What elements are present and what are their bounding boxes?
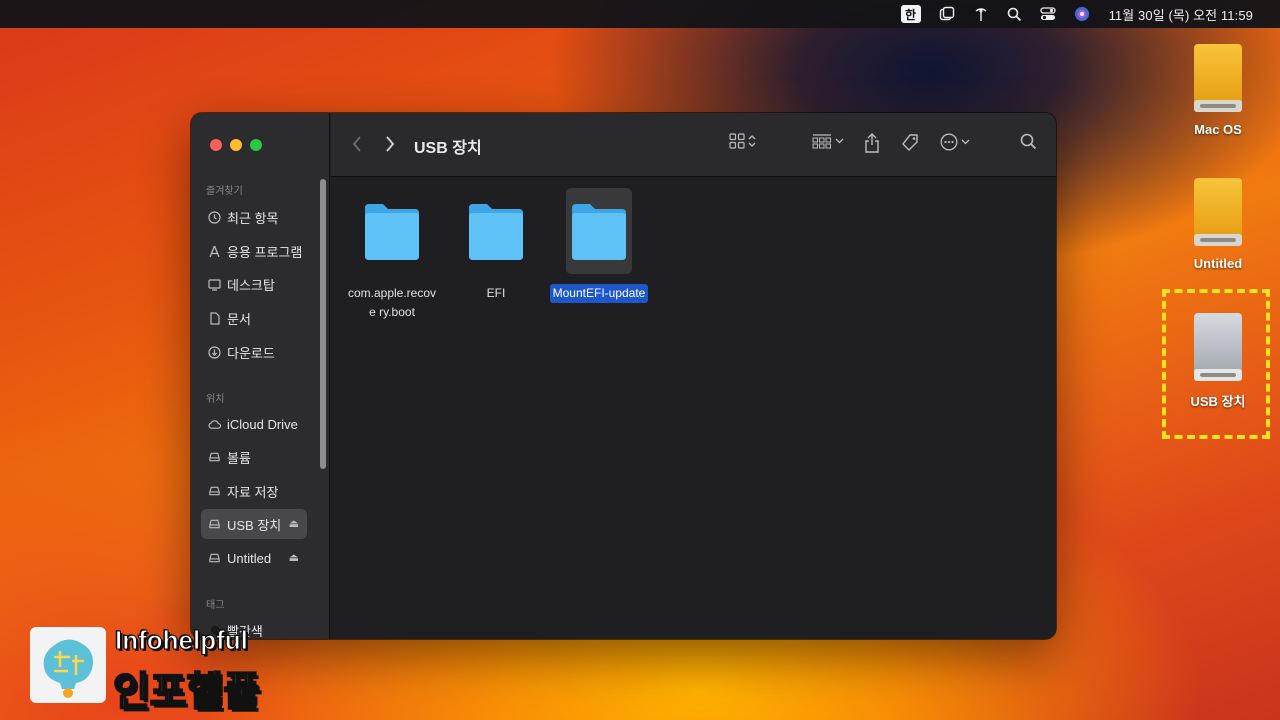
search-button[interactable] — [1020, 133, 1037, 150]
menu-bar: 한 11월 30일 (목) 오전 11:59 — [0, 0, 1280, 28]
sidebar-item-applications[interactable]: 응용 프로그램 — [201, 236, 307, 266]
download-icon — [208, 345, 221, 359]
sidebar-item-untitled[interactable]: Untitled ⏏ — [201, 543, 307, 573]
sidebar-item-label: 최근 항목 — [227, 210, 279, 226]
infohelpful-logo — [30, 627, 106, 703]
sidebar-item-downloads[interactable]: 다운로드 — [201, 337, 307, 367]
yellow-drive-icon — [1194, 178, 1242, 246]
sidebar-item-label: 다운로드 — [227, 345, 275, 361]
desktop-icon — [208, 278, 221, 291]
watermark-text-ko: 인포헬풀 — [112, 669, 261, 715]
control-center-icon[interactable] — [1031, 0, 1065, 28]
sidebar-item-label: USB 장치 — [227, 517, 282, 533]
drive-icon — [208, 518, 221, 531]
yellow-drive-icon — [1194, 44, 1242, 112]
chevron-updown-icon — [748, 135, 756, 147]
sidebar-item-label: 응용 프로그램 — [227, 244, 303, 260]
file-name: com.apple.recove ry.boot — [347, 286, 437, 319]
ellipsis-circle-icon — [940, 133, 958, 151]
eject-icon[interactable]: ⏏ — [289, 517, 299, 530]
cloud-icon — [208, 418, 221, 431]
share-icon — [865, 133, 879, 153]
finder-sidebar: 즐겨찾기 최근 항목 응용 프로그램 데스크탑 문서 다운로드 위치 iClou… — [191, 113, 330, 639]
sidebar-item-label: 데스크탑 — [227, 277, 275, 293]
eject-icon[interactable]: ⏏ — [289, 551, 299, 564]
more-actions-button[interactable] — [940, 133, 970, 151]
sidebar-item-documents[interactable]: 문서 — [201, 303, 307, 333]
watermark-text-en: Infohelpful — [115, 625, 249, 656]
zoom-button[interactable] — [250, 139, 262, 151]
sidebar-item-data-storage[interactable]: 자료 저장 — [201, 476, 307, 506]
sidebar-item-label: 볼륨 — [227, 450, 251, 466]
finder-window: 즐겨찾기 최근 항목 응용 프로그램 데스크탑 문서 다운로드 위치 iClou… — [191, 113, 1056, 639]
file-name: EFI — [486, 286, 506, 300]
folder-icon — [365, 204, 419, 260]
sidebar-item-icloud-drive[interactable]: iCloud Drive — [201, 409, 307, 439]
menu-clock[interactable]: 11월 30일 (목) 오전 11:59 — [1099, 0, 1262, 28]
document-icon — [208, 311, 221, 325]
finder-toolbar: USB 장치 — [331, 113, 1056, 177]
sidebar-scrollbar[interactable] — [320, 179, 326, 469]
drive-icon — [208, 485, 221, 498]
file-item-recovery-boot[interactable]: com.apple.recove ry.boot — [340, 188, 444, 322]
desktop-icon-label: Untitled — [1193, 256, 1243, 271]
desktop-icon-untitled[interactable]: Untitled — [1175, 176, 1261, 271]
sidebar-item-label: Untitled — [227, 550, 272, 566]
tag-icon — [902, 134, 918, 151]
back-button[interactable] — [351, 135, 363, 158]
input-source-icon: 한 — [900, 5, 921, 23]
share-button[interactable] — [864, 133, 880, 153]
window-controls — [210, 139, 262, 151]
highlight-box — [1162, 289, 1270, 439]
sidebar-item-desktop[interactable]: 데스크탑 — [201, 269, 307, 299]
file-item-efi[interactable]: EFI — [444, 188, 548, 303]
file-browser[interactable]: com.apple.recove ry.boot EFI MountEFI-up… — [331, 178, 1056, 639]
sidebar-item-label: 자료 저장 — [227, 484, 279, 500]
drive-icon — [208, 552, 221, 565]
sidebar-item-label: iCloud Drive — [227, 416, 298, 432]
input-source-menu[interactable]: 한 — [892, 0, 930, 28]
sidebar-item-label: 문서 — [227, 311, 251, 327]
search-icon[interactable] — [998, 0, 1031, 28]
chevron-down-icon — [961, 139, 970, 145]
file-item-mountefi-update[interactable]: MountEFI-update — [547, 188, 651, 303]
forward-button[interactable] — [384, 135, 396, 158]
siri-icon[interactable] — [1065, 0, 1099, 28]
drive-icon — [208, 451, 221, 464]
minimize-button[interactable] — [230, 139, 242, 151]
folder-icon — [572, 204, 626, 260]
folder-icon — [469, 204, 523, 260]
sidebar-section-favorites: 즐겨찾기 — [206, 186, 243, 197]
apps-icon — [208, 245, 221, 258]
window-title: USB 장치 — [414, 140, 482, 157]
desktop-icon-label: Mac OS — [1194, 122, 1242, 137]
sidebar-item-volume[interactable]: 볼륨 — [201, 442, 307, 472]
sidebar-section-locations: 위치 — [206, 394, 225, 405]
window-overlap-icon[interactable] — [930, 0, 964, 28]
sidebar-item-recents[interactable]: 최근 항목 — [201, 202, 307, 232]
search-icon — [1020, 133, 1037, 150]
tag-button[interactable] — [900, 133, 920, 153]
group-grid-icon — [812, 134, 831, 149]
sidebar-section-tags: 태그 — [206, 600, 225, 611]
clock-icon — [208, 210, 221, 224]
group-button[interactable] — [812, 133, 844, 149]
close-button[interactable] — [210, 139, 222, 151]
grid-icon — [729, 133, 745, 149]
chevron-down-icon — [835, 138, 844, 144]
sidebar-item-usb-device[interactable]: USB 장치 ⏏ — [201, 509, 307, 539]
desktop-icon-mac-os[interactable]: Mac OS — [1175, 42, 1261, 137]
file-name: MountEFI-update — [549, 284, 649, 303]
view-mode-button[interactable] — [729, 133, 756, 149]
antenna-icon[interactable] — [964, 0, 998, 28]
